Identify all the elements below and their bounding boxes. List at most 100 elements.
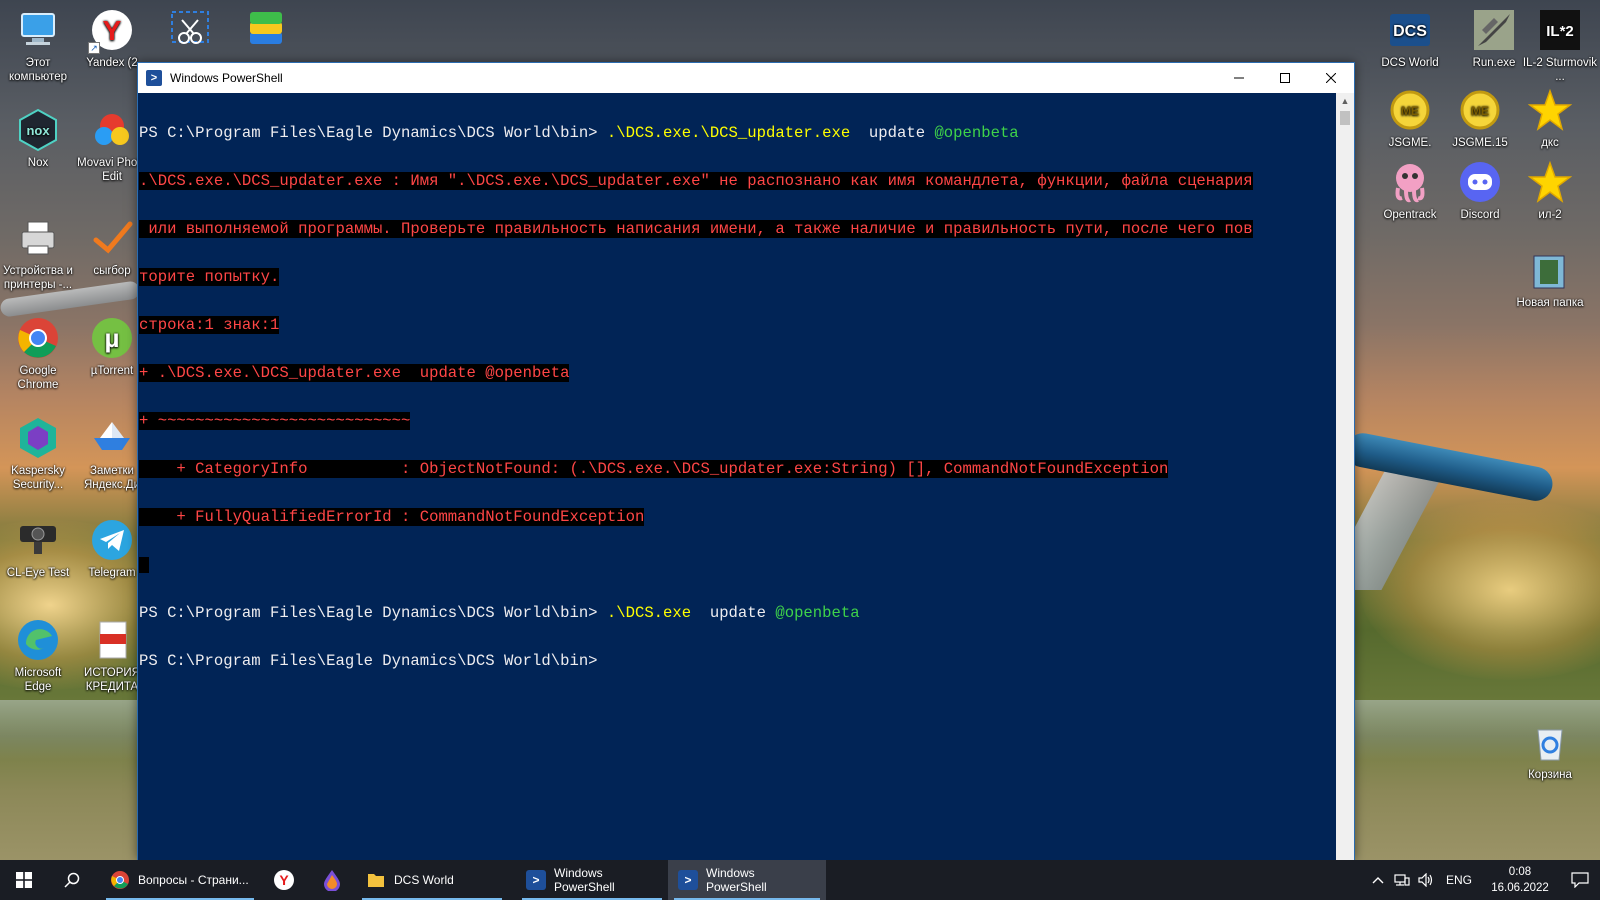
close-button[interactable] — [1308, 63, 1354, 93]
desktop-icon-this-pc[interactable]: Этот компьютер — [0, 8, 76, 84]
desktop-icon-chrome[interactable]: Google Chrome — [0, 316, 76, 392]
powershell-icon: > — [146, 70, 162, 86]
volume-icon[interactable] — [1414, 860, 1438, 900]
drop-icon — [324, 870, 340, 891]
console-blank-line — [139, 557, 1336, 573]
desktop-icon-discord[interactable]: Discord — [1442, 160, 1518, 222]
taskbar-item-powershell-2[interactable]: > Windows PowerShell — [668, 860, 826, 900]
notification-icon — [1571, 872, 1589, 888]
tray-overflow-chevron-icon[interactable] — [1366, 860, 1390, 900]
bluestacks-icon — [244, 8, 288, 52]
svg-text:ME: ME — [1401, 104, 1419, 118]
console-line: PS C:\Program Files\Eagle Dynamics\DCS W… — [139, 605, 1336, 621]
kaspersky-icon — [16, 416, 60, 460]
desktop-icon-label: CL-Eye Test — [6, 567, 70, 579]
checkmark-icon — [90, 216, 134, 260]
desktop-icon-edge[interactable]: Microsoft Edge — [0, 618, 76, 694]
clock-time: 0:08 — [1508, 866, 1532, 878]
window-titlebar[interactable]: > Windows PowerShell — [138, 63, 1354, 93]
desktop-icon-snipping[interactable] — [152, 8, 228, 56]
desktop-icon-label: Discord — [1460, 209, 1500, 221]
console-error-line: + FullyQualifiedErrorId : CommandNotFoun… — [139, 508, 1336, 526]
maximize-icon — [1280, 73, 1290, 83]
yandex-icon: Y — [274, 870, 294, 890]
desktop-icon-il2-star[interactable]: ил-2 — [1512, 160, 1588, 222]
console-prompt: PS C:\Program Files\Eagle Dynamics\DCS W… — [139, 124, 607, 142]
movavi-icon — [90, 108, 134, 152]
folder-icon — [1528, 248, 1572, 292]
taskbar-item-drop[interactable] — [308, 860, 356, 900]
desktop-icon-dks[interactable]: дкс — [1512, 88, 1588, 150]
clock-date: 16.06.2022 — [1491, 882, 1549, 894]
scroll-up-arrow-icon[interactable]: ▲ — [1336, 93, 1354, 110]
scrollbar-thumb[interactable] — [1340, 111, 1350, 125]
desktop-icon-devices[interactable]: Устройства и принтеры -... — [0, 216, 76, 292]
desktop-icon-bluestacks[interactable] — [228, 8, 304, 56]
clock[interactable]: 0:08 16.06.2022 — [1480, 864, 1560, 896]
maximize-button[interactable] — [1262, 63, 1308, 93]
desktop-icon-cl-eye[interactable]: CL-Eye Test — [0, 518, 76, 580]
desktop-icon-il2[interactable]: IL*2 IL-2 Sturmovik ... — [1522, 8, 1598, 84]
desktop-icon-label: JSGME.15 — [1452, 137, 1508, 149]
search-icon — [64, 872, 80, 888]
search-button[interactable] — [48, 860, 96, 900]
desktop-icon-jsgme[interactable]: ME JSGME. — [1372, 88, 1448, 150]
desktop-icon-run-exe[interactable]: Run.exe — [1456, 8, 1532, 70]
console-parameter: @openbeta — [775, 604, 860, 622]
desktop-icon-label: Устройства и принтеры -... — [3, 265, 73, 291]
jsgme-icon: ME — [1458, 88, 1502, 132]
close-icon — [1326, 73, 1336, 83]
powershell-icon: > — [526, 870, 546, 890]
star-icon — [1527, 160, 1573, 204]
error-text: торите попытку. — [139, 268, 280, 286]
svg-text:DCS: DCS — [1393, 23, 1427, 40]
desktop-icon-label: Opentrack — [1383, 209, 1437, 221]
desktop-icon-nox[interactable]: nox Nox — [0, 108, 76, 170]
desktop-icon-opentrack[interactable]: Opentrack — [1372, 160, 1448, 222]
desktop-icon-yandex[interactable]: Y ↗ Yandex (2 — [74, 8, 150, 70]
error-text: .\DCS.exe.\DCS_updater.exe : Имя ".\DCS.… — [139, 172, 1253, 190]
desktop-icon-recycle-bin[interactable]: Корзина — [1512, 720, 1588, 782]
taskbar-item-dcs-folder[interactable]: DCS World — [356, 860, 508, 900]
console-error-line: + ~~~~~~~~~~~~~~~~~~~~~~~~~~~ — [139, 412, 1336, 430]
minimize-icon — [1234, 77, 1244, 79]
powershell-window[interactable]: > Windows PowerShell PS C:\Program Files… — [137, 62, 1355, 860]
taskbar-item-yandex[interactable]: Y — [260, 860, 308, 900]
yandex-icon: Y ↗ — [88, 8, 134, 54]
console-error-line: торите попытку. — [139, 268, 1336, 286]
desktop-icon-label: Корзина — [1528, 769, 1572, 781]
taskbar-item-label: DCS World — [394, 873, 454, 887]
jsgme-icon: ME — [1388, 88, 1432, 132]
language-indicator[interactable]: ENG — [1438, 873, 1480, 887]
desktop-icon-label: Microsoft Edge — [14, 667, 62, 693]
notifications-button[interactable] — [1560, 860, 1600, 900]
vertical-scrollbar[interactable]: ▲ — [1336, 93, 1354, 860]
desktop-icon-label: Kaspersky Security... — [11, 465, 65, 491]
chrome-icon — [111, 871, 129, 889]
desktop-icon-label: IL-2 Sturmovik ... — [1522, 57, 1598, 83]
discord-icon — [1458, 160, 1502, 204]
console-command: .\DCS.exe — [606, 604, 692, 622]
console-output[interactable]: PS C:\Program Files\Eagle Dynamics\DCS W… — [138, 93, 1336, 860]
desktop-icon-jsgme15[interactable]: ME JSGME.15 — [1442, 88, 1518, 150]
taskbar-item-powershell-1[interactable]: > Windows PowerShell — [516, 860, 668, 900]
computer-icon — [16, 8, 60, 52]
desktop-icon-label: Nox — [27, 157, 49, 169]
start-button[interactable] — [0, 860, 48, 900]
desktop-icon-kaspersky[interactable]: Kaspersky Security... — [0, 416, 76, 492]
folder-icon — [368, 874, 384, 887]
error-text: или выполняемой программы. Проверьте пра… — [139, 220, 1253, 238]
chrome-icon — [16, 316, 60, 360]
network-icon[interactable] — [1390, 860, 1414, 900]
desktop-icon-new-folder[interactable]: Новая папка — [1512, 248, 1588, 310]
recycle-bin-icon — [1528, 720, 1572, 764]
taskbar-item-chrome[interactable]: Вопросы - Страни... — [100, 860, 260, 900]
error-text: + FullyQualifiedErrorId : CommandNotFoun… — [139, 508, 645, 526]
console-args: update — [850, 124, 935, 142]
minimize-button[interactable] — [1216, 63, 1262, 93]
svg-text:nox: nox — [26, 123, 50, 138]
error-gap — [139, 557, 149, 573]
console-command: .\DCS.exe.\DCS_updater.exe — [606, 124, 851, 142]
desktop-icon-dcs-world[interactable]: DCS DCS World — [1372, 8, 1448, 70]
svg-text:IL*2: IL*2 — [1546, 23, 1574, 40]
